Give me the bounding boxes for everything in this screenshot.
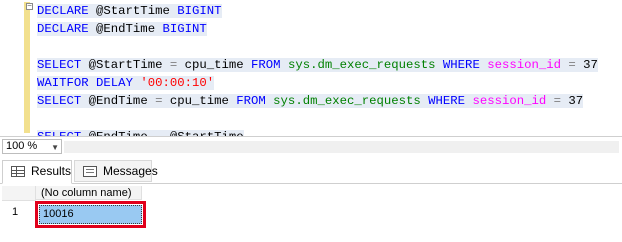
collapse-region-icon[interactable]: − (26, 3, 33, 11)
code-line[interactable]: DECLARE @StartTime BIGINT (37, 2, 598, 20)
tab-results-label: Results (31, 164, 72, 178)
code-token: session_id (487, 58, 562, 72)
code-line[interactable]: WAITFOR DELAY '00:00:10' (37, 74, 598, 92)
result-cell[interactable]: 10016 (39, 205, 142, 224)
code-token: SELECT (37, 58, 82, 72)
code-token: @EndTime (81, 94, 156, 108)
code-token: FROM (251, 58, 281, 72)
code-token: @EndTime (88, 22, 163, 36)
results-tab-strip: Results Messages (0, 156, 622, 184)
messages-icon (83, 166, 97, 177)
zoom-value: 100 % (6, 140, 38, 152)
code-line[interactable] (37, 38, 598, 56)
code-line-text: SELECT @StartTime = cpu_time FROM sys.dm… (37, 58, 598, 72)
code-token: WHERE (428, 94, 466, 108)
zoom-bar: 100 % ▼ (0, 136, 622, 156)
code-line[interactable]: DECLARE @EndTime BIGINT (37, 20, 598, 38)
code-line-text: DECLARE @EndTime BIGINT (37, 22, 207, 36)
zoom-dropdown[interactable]: 100 % ▼ (2, 139, 62, 154)
code-token: '00:00:10' (140, 76, 215, 90)
code-line-text: DECLARE @StartTime BIGINT (37, 4, 222, 18)
code-token: session_id (472, 94, 547, 108)
code-token: SELECT (37, 94, 82, 108)
code-line-text: WAITFOR DELAY '00:00:10' (37, 76, 215, 90)
code-token: FROM (236, 94, 266, 108)
code-token: WHERE (442, 58, 480, 72)
code-line[interactable]: SELECT @EndTime = cpu_time FROM sys.dm_e… (37, 92, 598, 110)
code-token: 37 (575, 58, 598, 72)
code-token: @StartTime (88, 4, 178, 18)
code-token: BIGINT (177, 4, 222, 18)
code-token: sys.dm_exec_requests (280, 58, 443, 72)
code-line[interactable] (37, 110, 598, 128)
code-token: = (553, 94, 562, 108)
code-token: DECLARE (37, 4, 89, 18)
code-token: = (568, 58, 576, 72)
code-token: BIGINT (162, 22, 207, 36)
code-line-text: SELECT @EndTime = cpu_time FROM sys.dm_e… (37, 94, 584, 108)
code-token: WAITFOR (37, 76, 89, 90)
tab-messages[interactable]: Messages (74, 160, 158, 182)
code-token: DECLARE (37, 22, 89, 36)
code-token: sys.dm_exec_requests (265, 94, 429, 108)
row-number[interactable]: 1 (2, 202, 35, 222)
code-token: cpu_time (162, 94, 237, 108)
change-tracking-bar (24, 2, 30, 133)
column-header[interactable]: (No column name) (36, 186, 142, 200)
grid-icon (11, 166, 25, 177)
editor-gutter (0, 0, 24, 136)
grid-corner[interactable] (2, 186, 36, 201)
sql-code[interactable]: DECLARE @StartTime BIGINT DECLARE @EndTim… (37, 2, 598, 136)
results-grid: (No column name) 1 10016 (0, 184, 622, 242)
code-token: cpu_time (177, 58, 252, 72)
code-token: DELAY (96, 76, 133, 90)
horizontal-scrollbar[interactable] (64, 141, 619, 153)
code-line[interactable]: SELECT @EndTime - @StartTime (37, 128, 598, 136)
tab-messages-label: Messages (103, 164, 158, 178)
chevron-down-icon: ▼ (51, 143, 59, 152)
code-token: @StartTime (81, 58, 170, 72)
code-line[interactable]: SELECT @StartTime = cpu_time FROM sys.dm… (37, 56, 598, 74)
code-token: 37 (561, 94, 584, 108)
query-editor[interactable]: − DECLARE @StartTime BIGINT DECLARE @EndT… (0, 0, 622, 136)
tab-results[interactable]: Results (2, 160, 72, 184)
